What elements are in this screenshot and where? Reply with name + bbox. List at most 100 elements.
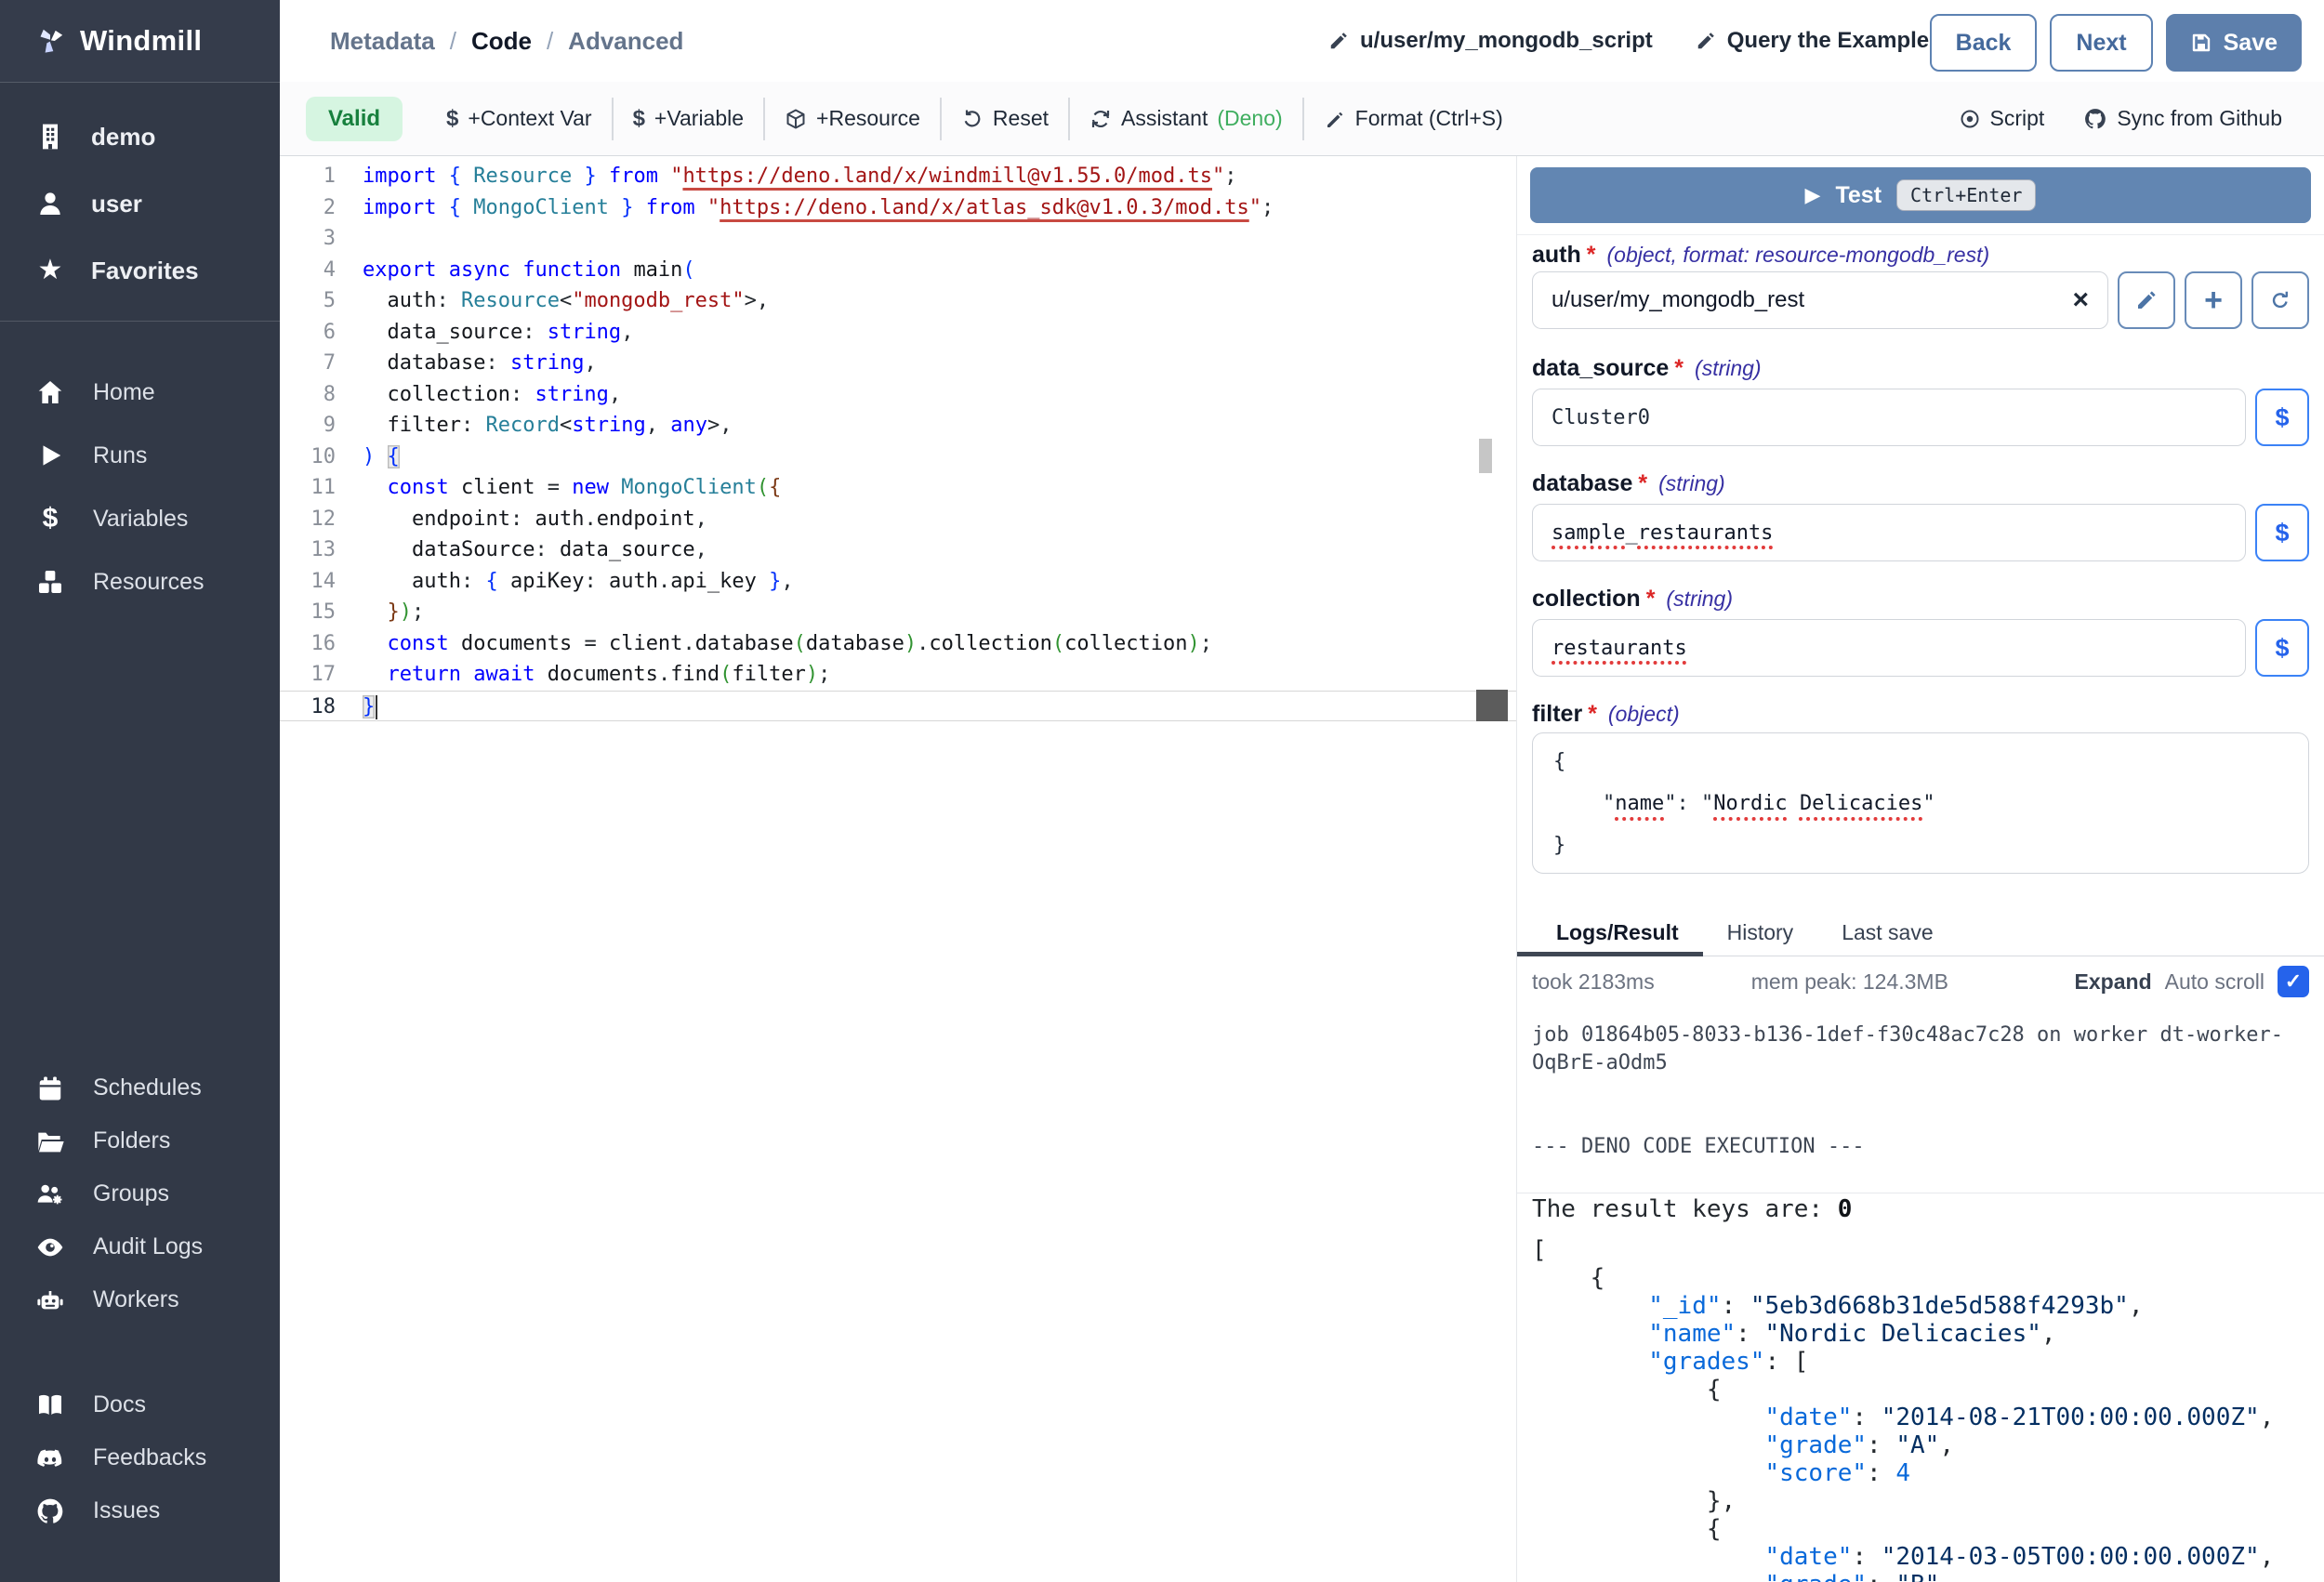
tab-last-save[interactable]: Last save <box>1817 909 1957 956</box>
data-source-input[interactable]: Cluster0 <box>1532 389 2246 446</box>
format-pen-icon <box>1324 108 1346 130</box>
github-icon <box>33 1496 67 1526</box>
sidebar-item-schedules[interactable]: Schedules <box>0 1061 280 1114</box>
play-icon <box>33 442 67 469</box>
valid-badge: Valid <box>306 97 403 141</box>
workspace-name: demo <box>91 123 155 152</box>
run-stats-bar: took 2183ms mem peak: 124.3MB Expand Aut… <box>1517 956 2324 1007</box>
data-source-field-row: Cluster0 $ <box>1532 389 2309 446</box>
reset-button[interactable]: Reset <box>961 106 1049 131</box>
sidebar-item-resources[interactable]: Resources <box>0 550 280 613</box>
next-button[interactable]: Next <box>2050 14 2152 72</box>
sidebar-item-variables[interactable]: $ Variables <box>0 487 280 550</box>
auth-resource-input[interactable]: u/user/my_mongodb_rest × <box>1532 271 2108 329</box>
sidebar-item-audit-logs[interactable]: Audit Logs <box>0 1220 280 1273</box>
github-icon <box>2083 107 2107 131</box>
clear-resource-icon[interactable]: × <box>2072 286 2089 314</box>
results-section: Logs/Result History Last save took 2183m… <box>1517 909 2324 1582</box>
nav-label: Runs <box>93 442 147 469</box>
add-variable-label: +Variable <box>654 106 744 131</box>
autoscroll-checkbox[interactable]: ✓ <box>2278 966 2309 997</box>
collection-input[interactable]: restaurants <box>1532 619 2246 677</box>
script-view-toggle[interactable]: Script <box>1959 106 2045 131</box>
tab-history[interactable]: History <box>1703 909 1818 956</box>
script-path: u/user/my_mongodb_script <box>1360 28 1653 54</box>
tab-code[interactable]: Code <box>471 27 532 56</box>
windmill-pinwheel-icon <box>33 21 67 60</box>
tab-metadata[interactable]: Metadata <box>330 27 435 56</box>
workspace-switcher[interactable]: demo <box>0 103 280 170</box>
sidebar-item-feedbacks[interactable]: Feedbacks <box>0 1431 280 1484</box>
toolbar-separator <box>612 98 614 140</box>
field-type: (string) <box>1689 356 1762 381</box>
data-source-field-label: data_source* (string) <box>1532 355 2309 382</box>
dollar-icon: $ <box>446 108 458 130</box>
script-path-edit[interactable]: u/user/my_mongodb_script <box>1328 28 1653 54</box>
code-lines[interactable]: 1import { Resource } from "https://deno.… <box>280 156 1516 721</box>
building-icon <box>33 122 67 152</box>
topbar-actions: Back Next Save <box>1930 14 2302 72</box>
mem-peak: mem peak: 124.3MB <box>1751 969 1948 995</box>
sidebar-item-docs[interactable]: Docs <box>0 1378 280 1431</box>
check-icon: ✓ <box>2285 969 2302 994</box>
sync-label: Sync from Github <box>2117 106 2282 131</box>
brand-wordmark: Windmill <box>80 24 202 58</box>
database-input[interactable]: sample_restaurants <box>1532 504 2246 561</box>
dollar-icon: $ <box>2275 634 2289 663</box>
required-star: * <box>1587 242 1596 269</box>
collection-var-picker-button[interactable]: $ <box>2255 619 2309 677</box>
sidebar-item-folders[interactable]: Folders <box>0 1114 280 1167</box>
expand-button[interactable]: Expand <box>2075 969 2152 995</box>
windmill-app: Windmill demo <box>0 0 2324 1582</box>
cubes-icon <box>33 567 67 597</box>
edit-resource-button[interactable] <box>2118 271 2175 329</box>
editor-toolbar: Valid $ +Context Var $ +Variable +Resour… <box>280 82 2324 156</box>
nav-label: Resources <box>93 569 205 596</box>
sidebar-nav-links: Docs Feedbacks Issues <box>0 1326 280 1537</box>
favorites-label: Favorites <box>91 257 199 285</box>
filter-field-label: filter* (object) <box>1532 701 2309 728</box>
database-var-picker-button[interactable]: $ <box>2255 504 2309 561</box>
assistant-toggle[interactable]: Assistant (Deno) <box>1089 106 1283 131</box>
add-context-var-button[interactable]: $ +Context Var <box>446 106 592 131</box>
add-resource-button[interactable]: +Resource <box>785 106 920 131</box>
sync-from-github-button[interactable]: Sync from Github <box>2083 106 2282 131</box>
groups-icon <box>33 1180 67 1209</box>
format-button[interactable]: Format (Ctrl+S) <box>1324 106 1503 131</box>
play-icon: ▶ <box>1805 183 1821 207</box>
sidebar-item-favorites[interactable]: ★ Favorites <box>0 237 280 304</box>
auth-field-row: u/user/my_mongodb_rest × + <box>1532 271 2309 329</box>
filter-json-editor[interactable]: { "name": "Nordic Delicacies"} <box>1532 732 2309 874</box>
script-summary-edit[interactable]: Query the Example... <box>1696 28 1948 54</box>
field-type: (object, format: resource-mongodb_rest) <box>1602 243 1990 268</box>
format-label: Format (Ctrl+S) <box>1355 106 1503 131</box>
tab-advanced[interactable]: Advanced <box>568 27 683 56</box>
user-menu[interactable]: user <box>0 170 280 237</box>
stats-right: Expand Auto scroll ✓ <box>2075 966 2309 997</box>
back-button[interactable]: Back <box>1930 14 2038 72</box>
sidebar-item-home[interactable]: Home <box>0 361 280 424</box>
sidebar-item-groups[interactable]: Groups <box>0 1167 280 1220</box>
sidebar-item-issues[interactable]: Issues <box>0 1484 280 1537</box>
refresh-resource-button[interactable] <box>2251 271 2309 329</box>
save-button[interactable]: Save <box>2166 14 2302 72</box>
sidebar-item-runs[interactable]: Runs <box>0 424 280 487</box>
required-star: * <box>1674 355 1684 382</box>
add-resource-button-small[interactable]: + <box>2185 271 2242 329</box>
add-variable-button[interactable]: $ +Variable <box>633 106 744 131</box>
editor-scrollbar-thumb[interactable] <box>1479 439 1492 473</box>
test-button[interactable]: ▶ Test Ctrl+Enter <box>1530 167 2311 223</box>
topbar: Metadata / Code / Advanced u/user/my_mon… <box>280 0 2324 83</box>
calendar-icon <box>33 1074 67 1102</box>
data-source-var-picker-button[interactable]: $ <box>2255 389 2309 446</box>
sidebar-item-workers[interactable]: Workers <box>0 1273 280 1326</box>
sidebar: Windmill demo <box>0 0 280 1582</box>
field-type: (string) <box>1653 471 1725 496</box>
code-editor[interactable]: 1import { Resource } from "https://deno.… <box>280 156 1516 1582</box>
test-label: Test <box>1835 182 1882 209</box>
windmill-logo[interactable]: Windmill <box>0 0 280 83</box>
toolbar-separator <box>1068 98 1070 140</box>
required-star: * <box>1646 586 1656 613</box>
folder-icon <box>33 1127 67 1156</box>
tab-logs-result[interactable]: Logs/Result <box>1532 909 1703 956</box>
